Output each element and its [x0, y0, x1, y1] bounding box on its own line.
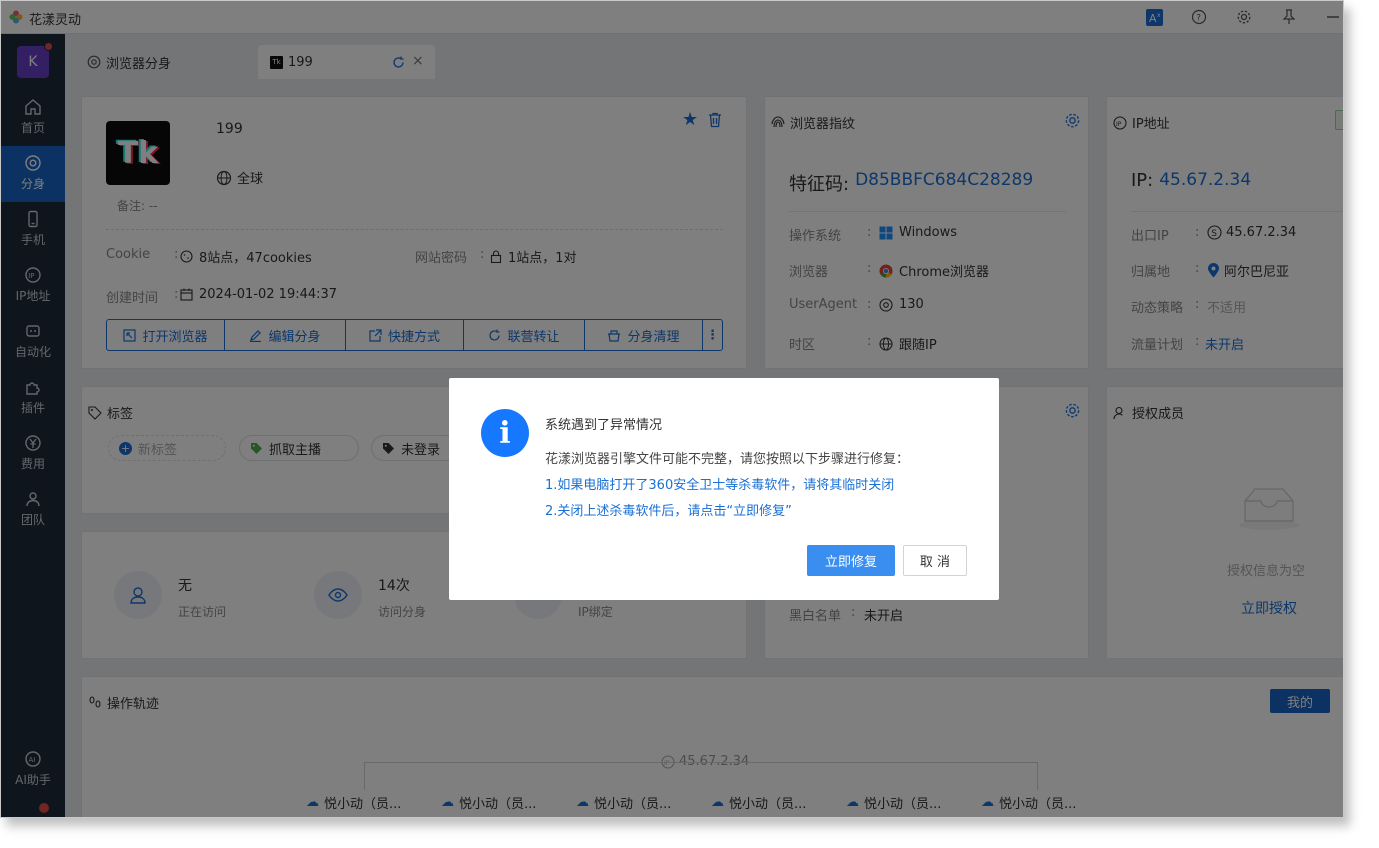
dialog-step-1: 1.如果电脑打开了360安全卫士等杀毒软件，请将其临时关闭 [545, 478, 895, 493]
app-window: 花漾灵动 Ax ? K 首页 分身 手 [0, 0, 1344, 818]
cancel-button[interactable]: 取 消 [903, 545, 967, 576]
dialog-message: 花漾浏览器引擎文件可能不完整，请您按照以下步骤进行修复： [545, 452, 910, 467]
button-label: 取 消 [919, 555, 951, 570]
repair-now-button[interactable]: 立即修复 [807, 545, 895, 576]
button-label: 立即修复 [824, 555, 877, 570]
dialog-step-2: 2.关闭上述杀毒软件后，请点击“立即修复” [545, 504, 792, 519]
error-dialog: i 系统遇到了异常情况 花漾浏览器引擎文件可能不完整，请您按照以下步骤进行修复：… [449, 378, 999, 600]
info-icon: i [481, 409, 529, 457]
dialog-title: 系统遇到了异常情况 [545, 418, 663, 433]
